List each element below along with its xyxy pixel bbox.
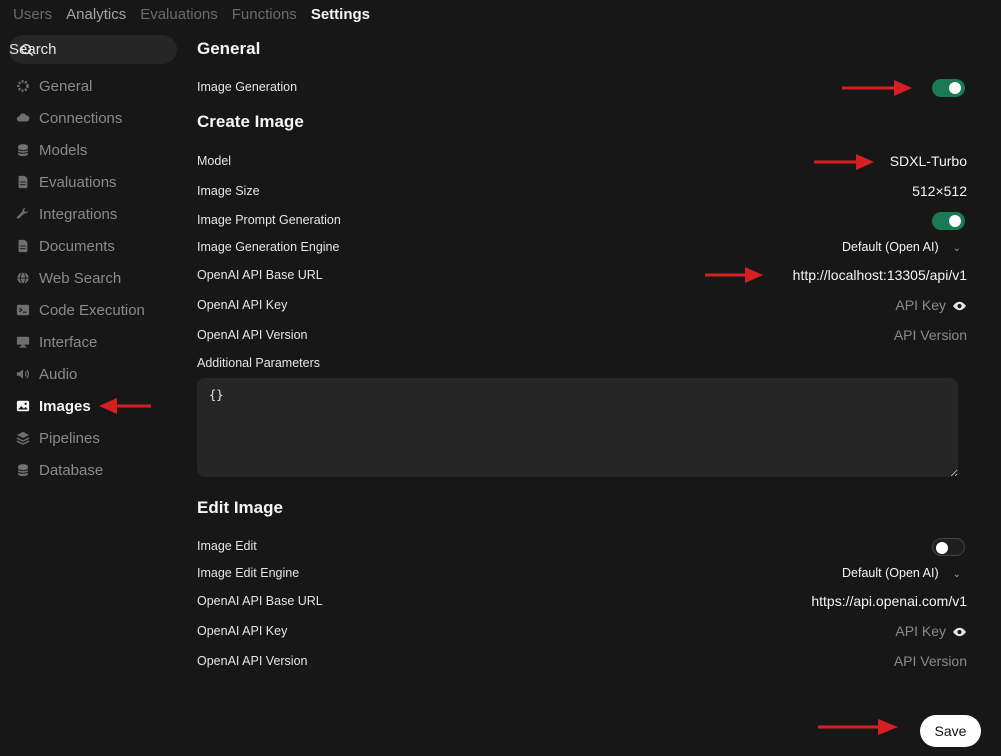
eye-icon[interactable]: [952, 627, 967, 637]
sidebar-item-label: Pipelines: [39, 429, 100, 447]
sidebar-item-label: Audio: [39, 365, 78, 383]
database-icon: [16, 143, 30, 157]
sidebar-item-pipelines[interactable]: Pipelines: [16, 426, 100, 450]
eye-icon[interactable]: [952, 301, 967, 311]
sidebar-item-label: Models: [39, 141, 88, 159]
image-prompt-generation-label: Image Prompt Generation: [197, 213, 341, 227]
document-icon: [16, 239, 30, 253]
sidebar-item-label: General: [39, 77, 93, 95]
model-input[interactable]: SDXL-Turbo: [890, 153, 967, 169]
chevron-down-icon: ⌄: [952, 243, 961, 254]
settings-tabs: Users Analytics Evaluations Functions Se…: [0, 0, 370, 28]
image-edit-engine-label: Image Edit Engine: [197, 566, 300, 580]
edit-openai-api-key-input[interactable]: API Key: [895, 623, 967, 639]
annotation-arrow: [818, 719, 898, 735]
toggle-knob: [949, 215, 961, 227]
sidebar-item-models[interactable]: Models: [16, 138, 87, 162]
sidebar-item-documents[interactable]: Documents: [16, 234, 115, 258]
general-heading: General: [197, 39, 261, 58]
additional-parameters-textarea[interactable]: [197, 378, 958, 477]
select-value: Default (Open AI): [842, 566, 939, 580]
openai-api-version-label: OpenAI API Version: [197, 328, 308, 342]
monitor-icon: [16, 335, 30, 349]
cloud-icon: [16, 111, 30, 125]
image-generation-engine-select[interactable]: Default (Open AI) ⌄: [842, 240, 961, 254]
chevron-down-icon: ⌄: [952, 569, 961, 580]
sidebar-item-label: Database: [39, 461, 104, 479]
edit-image-heading: Edit Image: [197, 498, 283, 517]
sidebar-item-general[interactable]: General: [16, 74, 92, 98]
image-edit-engine-select[interactable]: Default (Open AI) ⌄: [842, 566, 961, 580]
image-size-label: Image Size: [197, 184, 260, 198]
wrench-icon: [16, 207, 30, 221]
sidebar-item-evaluations[interactable]: Evaluations: [16, 170, 117, 194]
annotation-arrow: [705, 267, 763, 283]
sidebar-item-database[interactable]: Database: [16, 458, 103, 482]
sidebar-item-label: Code Execution: [39, 301, 145, 319]
sidebar-item-label: Web Search: [39, 269, 122, 287]
tab-users[interactable]: Users: [13, 6, 52, 23]
sidebar-item-label: Images: [39, 397, 91, 415]
sidebar-item-images[interactable]: Images: [16, 394, 91, 418]
sidebar-item-label: Documents: [39, 237, 115, 255]
create-image-heading: Create Image: [197, 112, 304, 131]
speaker-icon: [16, 367, 30, 381]
edit-openai-api-version-label: OpenAI API Version: [197, 654, 308, 668]
image-prompt-generation-toggle[interactable]: [932, 212, 965, 230]
api-key-placeholder: API Key: [895, 623, 946, 639]
sidebar-item-code-execution[interactable]: Code Execution: [16, 298, 145, 322]
edit-openai-base-url-label: OpenAI API Base URL: [197, 594, 323, 608]
tab-settings[interactable]: Settings: [311, 6, 370, 23]
image-icon: [16, 399, 30, 413]
tab-analytics[interactable]: Analytics: [66, 6, 126, 23]
document-icon: [16, 175, 30, 189]
edit-openai-api-key-label: OpenAI API Key: [197, 624, 288, 638]
globe-icon: [16, 271, 30, 285]
sidebar-item-label: Interface: [39, 333, 98, 351]
sidebar-item-connections[interactable]: Connections: [16, 106, 122, 130]
api-key-placeholder: API Key: [895, 297, 946, 313]
annotation-arrow: [814, 154, 874, 170]
sidebar-item-label: Evaluations: [39, 173, 117, 191]
openai-base-url-input[interactable]: http://localhost:13305/api/v1: [793, 267, 967, 283]
image-size-input[interactable]: 512×512: [912, 183, 967, 199]
image-edit-label: Image Edit: [197, 539, 257, 553]
model-label: Model: [197, 154, 232, 168]
openai-api-key-input[interactable]: API Key: [895, 297, 967, 313]
toggle-knob: [936, 542, 948, 554]
sidebar-item-interface[interactable]: Interface: [16, 330, 97, 354]
edit-openai-api-version-input[interactable]: API Version: [894, 653, 967, 669]
select-value: Default (Open AI): [842, 240, 939, 254]
gear-icon: [16, 79, 30, 93]
search-box[interactable]: Search: [9, 35, 177, 64]
image-generation-engine-label: Image Generation Engine: [197, 240, 340, 254]
openai-api-key-label: OpenAI API Key: [197, 298, 288, 312]
sidebar-item-web-search[interactable]: Web Search: [16, 266, 121, 290]
layers-icon: [16, 431, 30, 445]
image-generation-toggle[interactable]: [932, 79, 965, 97]
tab-functions[interactable]: Functions: [232, 6, 297, 23]
database-icon: [16, 463, 30, 477]
sidebar-item-label: Connections: [39, 109, 123, 127]
annotation-arrow: [842, 80, 912, 96]
sidebar-item-audio[interactable]: Audio: [16, 362, 77, 386]
image-edit-toggle[interactable]: [932, 538, 965, 556]
annotation-arrow: [99, 398, 151, 414]
additional-parameters-label: Additional Parameters: [197, 356, 320, 370]
toggle-knob: [949, 82, 961, 94]
tab-evaluations[interactable]: Evaluations: [140, 6, 218, 23]
search-label: Search: [9, 41, 57, 58]
terminal-icon: [16, 303, 30, 317]
edit-openai-base-url-input[interactable]: https://api.openai.com/v1: [811, 593, 967, 609]
sidebar-item-integrations[interactable]: Integrations: [16, 202, 117, 226]
image-generation-label: Image Generation: [197, 80, 298, 94]
save-button[interactable]: Save: [920, 715, 981, 747]
openai-api-version-input[interactable]: API Version: [894, 327, 967, 343]
openai-base-url-label: OpenAI API Base URL: [197, 268, 323, 282]
sidebar-item-label: Integrations: [39, 205, 118, 223]
